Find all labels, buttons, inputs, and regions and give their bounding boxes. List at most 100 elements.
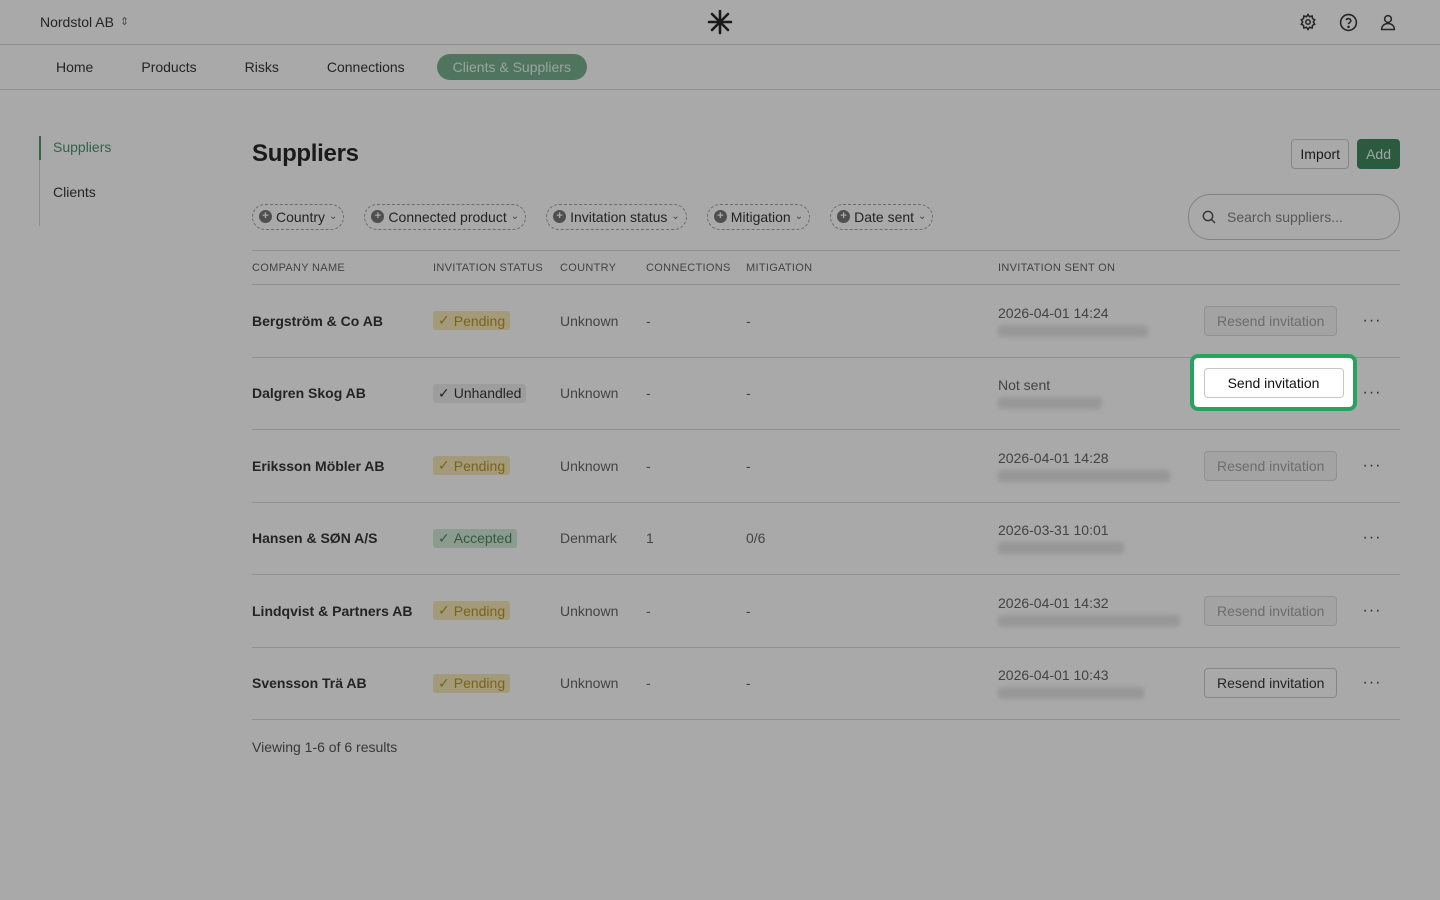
country-cell: Denmark — [560, 530, 617, 547]
filter-country[interactable]: + Country ⌄ — [252, 203, 345, 230]
search-icon — [1202, 210, 1216, 224]
chevron-down-icon: ⌄ — [329, 211, 338, 222]
filter-label: Invitation status — [570, 208, 668, 225]
status-label: Pending — [453, 312, 506, 329]
resend-invitation-button[interactable]: Resend invitation — [1204, 595, 1338, 626]
blurred-email — [998, 542, 1124, 555]
country-cell: Unknown — [560, 602, 619, 619]
plus-circle-icon: + — [371, 210, 385, 223]
main-content: Suppliers Import Add + Country ⌄ + Connecte… — [252, 136, 1400, 755]
resend-invitation-button[interactable]: Resend invitation — [1204, 305, 1338, 336]
company-name[interactable]: Dalgren Skog AB — [252, 385, 433, 401]
check-icon: ✓ — [438, 384, 450, 401]
filter-mitigation[interactable]: + Mitigation ⌄ — [706, 203, 811, 230]
company-name[interactable]: Hansen & SØN A/S — [252, 530, 433, 546]
sent-date: 2026-04-01 14:24 — [998, 304, 1109, 321]
country-cell: Unknown — [560, 385, 619, 402]
chevron-updown-icon: ⇕ — [119, 15, 130, 28]
status-badge: ✓ Pending — [433, 456, 511, 476]
table-row: Lindqvist & Partners AB ✓ Pending Unknown… — [252, 575, 1400, 648]
company-name[interactable]: Svensson Trä AB — [252, 675, 433, 691]
more-options-icon[interactable]: ··· — [1360, 384, 1384, 402]
suppliers-table: COMPANY NAME INVITATION STATUS COUNTRY C… — [252, 250, 1400, 720]
connections-cell: - — [646, 675, 651, 692]
settings-icon[interactable] — [1296, 10, 1320, 34]
more-options-icon[interactable]: ··· — [1360, 674, 1384, 692]
resend-invitation-button[interactable]: Resend invitation — [1204, 668, 1338, 699]
side-nav: Suppliers Clients — [38, 136, 111, 226]
chevron-down-icon: ⌄ — [671, 211, 680, 222]
filter-row: + Country ⌄ + Connected product ⌄ + Invitatio… — [252, 194, 1400, 240]
nav-home[interactable]: Home — [40, 54, 109, 80]
filter-connected-product[interactable]: + Connected product ⌄ — [364, 203, 527, 230]
search-input[interactable] — [1227, 209, 1377, 225]
filter-label: Country — [276, 208, 326, 225]
more-options-icon[interactable]: ··· — [1360, 312, 1384, 330]
results-count: Viewing 1-6 of 6 results — [252, 739, 398, 755]
sent-date: 2026-04-01 14:28 — [998, 449, 1109, 466]
sidenav-clients[interactable]: Clients — [40, 181, 111, 205]
status-badge: ✓ Unhandled — [433, 383, 527, 403]
user-icon[interactable] — [1376, 10, 1400, 34]
help-icon[interactable] — [1336, 10, 1360, 34]
header-invitation-status[interactable]: INVITATION STATUS — [433, 262, 560, 274]
sent-date: 2026-04-01 10:43 — [998, 667, 1109, 684]
check-icon: ✓ — [438, 674, 450, 691]
org-switcher[interactable]: Nordstol AB ⇕ — [40, 14, 129, 30]
mitigation-cell: - — [746, 602, 751, 619]
sidenav-suppliers[interactable]: Suppliers — [38, 136, 111, 160]
filter-date-sent[interactable]: + Date sent ⌄ — [830, 203, 934, 230]
status-badge: ✓ Accepted — [433, 528, 518, 548]
company-name[interactable]: Bergström & Co AB — [252, 313, 433, 329]
status-label: Unhandled — [453, 385, 522, 402]
status-badge: ✓ Pending — [433, 311, 511, 331]
blurred-email — [998, 397, 1102, 410]
resend-invitation-button[interactable]: Resend invitation — [1204, 450, 1338, 481]
main-nav: Home Products Risks Connections Clients … — [0, 45, 1440, 90]
country-cell: Unknown — [560, 675, 619, 692]
import-button[interactable]: Import — [1291, 139, 1350, 169]
filter-label: Date sent — [854, 208, 915, 225]
more-options-icon[interactable]: ··· — [1360, 457, 1384, 475]
header-company-name[interactable]: COMPANY NAME — [252, 262, 433, 274]
country-cell: Unknown — [560, 312, 619, 329]
nav-products[interactable]: Products — [125, 54, 212, 80]
table-row: Hansen & SØN A/S ✓ Accepted Denmark 1 0/6… — [252, 503, 1400, 575]
blurred-email — [998, 614, 1180, 627]
table-row: Svensson Trä AB ✓ Pending Unknown - - 202… — [252, 648, 1400, 720]
mitigation-cell: - — [746, 312, 751, 329]
status-label: Accepted — [453, 530, 513, 547]
mitigation-cell: - — [746, 457, 751, 474]
search-box[interactable] — [1188, 194, 1400, 240]
chevron-down-icon: ⌄ — [794, 211, 804, 222]
send-invitation-button[interactable]: Send invitation — [1203, 367, 1344, 398]
top-bar: Nordstol AB ⇕ — [0, 0, 1440, 45]
sent-date: 2026-04-01 14:32 — [998, 594, 1109, 611]
status-badge: ✓ Pending — [433, 673, 511, 693]
blurred-email — [998, 469, 1170, 482]
add-button[interactable]: Add — [1357, 139, 1400, 169]
more-options-icon[interactable]: ··· — [1360, 529, 1384, 547]
app-logo-icon — [707, 9, 733, 35]
chevron-down-icon: ⌄ — [918, 211, 927, 222]
nav-connections[interactable]: Connections — [311, 54, 421, 80]
header-invitation-sent-on[interactable]: INVITATION SENT ON — [998, 262, 1204, 274]
more-options-icon[interactable]: ··· — [1360, 602, 1384, 620]
header-country[interactable]: COUNTRY — [560, 262, 646, 274]
header-mitigation[interactable]: MITIGATION — [746, 262, 998, 274]
nav-risks[interactable]: Risks — [229, 54, 295, 80]
company-name[interactable]: Lindqvist & Partners AB — [252, 603, 433, 619]
sent-date: Not sent — [998, 377, 1051, 394]
nav-clients-suppliers[interactable]: Clients & Suppliers — [436, 54, 587, 80]
send-invitation-highlight: Send invitation — [1190, 354, 1357, 411]
plus-circle-icon: + — [837, 210, 851, 223]
status-label: Pending — [453, 457, 506, 474]
blurred-email — [998, 324, 1148, 337]
mitigation-cell: - — [746, 385, 751, 402]
header-connections[interactable]: CONNECTIONS — [646, 262, 746, 274]
check-icon: ✓ — [438, 457, 450, 474]
filter-label: Connected product — [388, 208, 507, 225]
company-name[interactable]: Eriksson Möbler AB — [252, 458, 433, 474]
filter-invitation-status[interactable]: + Invitation status ⌄ — [546, 203, 687, 230]
plus-circle-icon: + — [259, 210, 272, 223]
